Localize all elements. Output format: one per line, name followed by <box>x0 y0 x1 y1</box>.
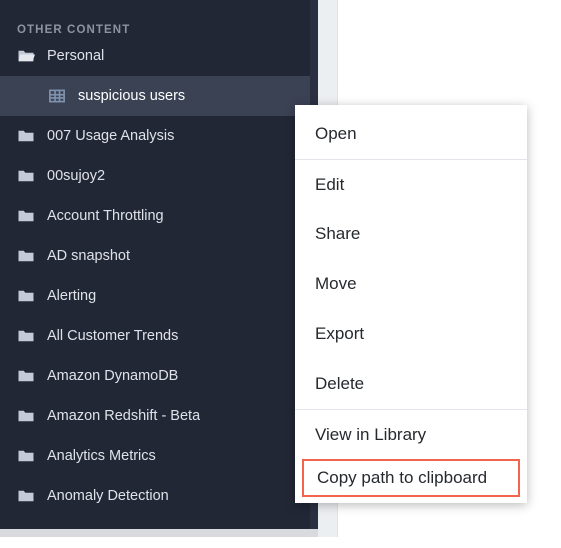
folder-icon <box>18 290 34 302</box>
folder-open-icon <box>18 50 35 62</box>
sidebar-item-amazon-redshift-beta[interactable]: Amazon Redshift - Beta <box>0 396 318 436</box>
folder-icon <box>18 170 34 182</box>
sidebar-item-amazon-dynamodb[interactable]: Amazon DynamoDB <box>0 356 318 396</box>
folder-icon <box>18 370 34 382</box>
sidebar-item-label: Anomaly Detection <box>47 488 169 504</box>
folder-icon <box>18 210 34 222</box>
sidebar-item-label: Amazon Redshift - Beta <box>47 408 201 424</box>
menu-item-copy-path-to-clipboard[interactable]: Copy path to clipboard <box>302 459 520 497</box>
sidebar-bottom-strip <box>0 529 318 537</box>
sidebar-item-label: All Customer Trends <box>47 328 179 344</box>
sidebar-item-ad-snapshot[interactable]: AD snapshot <box>0 236 318 276</box>
menu-item-export[interactable]: Export <box>295 309 527 359</box>
menu-item-share[interactable]: Share <box>295 209 527 259</box>
sidebar-item-label: Alerting <box>47 288 97 304</box>
menu-item-delete[interactable]: Delete <box>295 359 527 409</box>
sidebar-item-all-customer-trends[interactable]: All Customer Trends <box>0 316 318 356</box>
menu-item-edit[interactable]: Edit <box>295 159 527 209</box>
folder-icon <box>18 130 34 142</box>
sidebar-item-00sujoy2[interactable]: 00sujoy2 <box>0 156 318 196</box>
sidebar-nav-list: Personal suspicious users 007 Usage Analys… <box>0 36 318 516</box>
sidebar: OTHER CONTENT Personal suspicious users 00… <box>0 0 318 537</box>
sidebar-item-label: Amazon DynamoDB <box>47 368 179 384</box>
sidebar-item-account-throttling[interactable]: Account Throttling <box>0 196 318 236</box>
sidebar-item-label: AD snapshot <box>47 248 131 264</box>
sidebar-item-label: Account Throttling <box>47 208 164 224</box>
sidebar-item-label: 00sujoy2 <box>47 168 106 184</box>
sidebar-item-analytics-metrics[interactable]: Analytics Metrics <box>0 436 318 476</box>
sidebar-item-007-usage-analysis[interactable]: 007 Usage Analysis <box>0 116 318 156</box>
menu-item-view-in-library[interactable]: View in Library <box>295 409 527 459</box>
sidebar-item-label: suspicious users <box>78 88 186 104</box>
sidebar-section-label: OTHER CONTENT <box>17 24 131 36</box>
folder-icon <box>18 330 34 342</box>
sidebar-item-suspicious-users[interactable]: suspicious users <box>0 76 318 116</box>
menu-item-open[interactable]: Open <box>295 109 527 159</box>
sidebar-item-label: Personal <box>47 48 105 64</box>
sidebar-item-anomaly-detection[interactable]: Anomaly Detection <box>0 476 318 516</box>
sidebar-item-personal[interactable]: Personal <box>0 36 318 76</box>
menu-item-move[interactable]: Move <box>295 259 527 309</box>
folder-icon <box>18 410 34 422</box>
sidebar-item-alerting[interactable]: Alerting <box>0 276 318 316</box>
table-icon <box>49 89 65 103</box>
folder-icon <box>18 250 34 262</box>
folder-icon <box>18 450 34 462</box>
folder-icon <box>18 490 34 502</box>
sidebar-item-label: Analytics Metrics <box>47 448 156 464</box>
context-menu: Open Edit Share Move Export Delete View in Lib… <box>295 105 527 503</box>
sidebar-item-label: 007 Usage Analysis <box>47 128 175 144</box>
